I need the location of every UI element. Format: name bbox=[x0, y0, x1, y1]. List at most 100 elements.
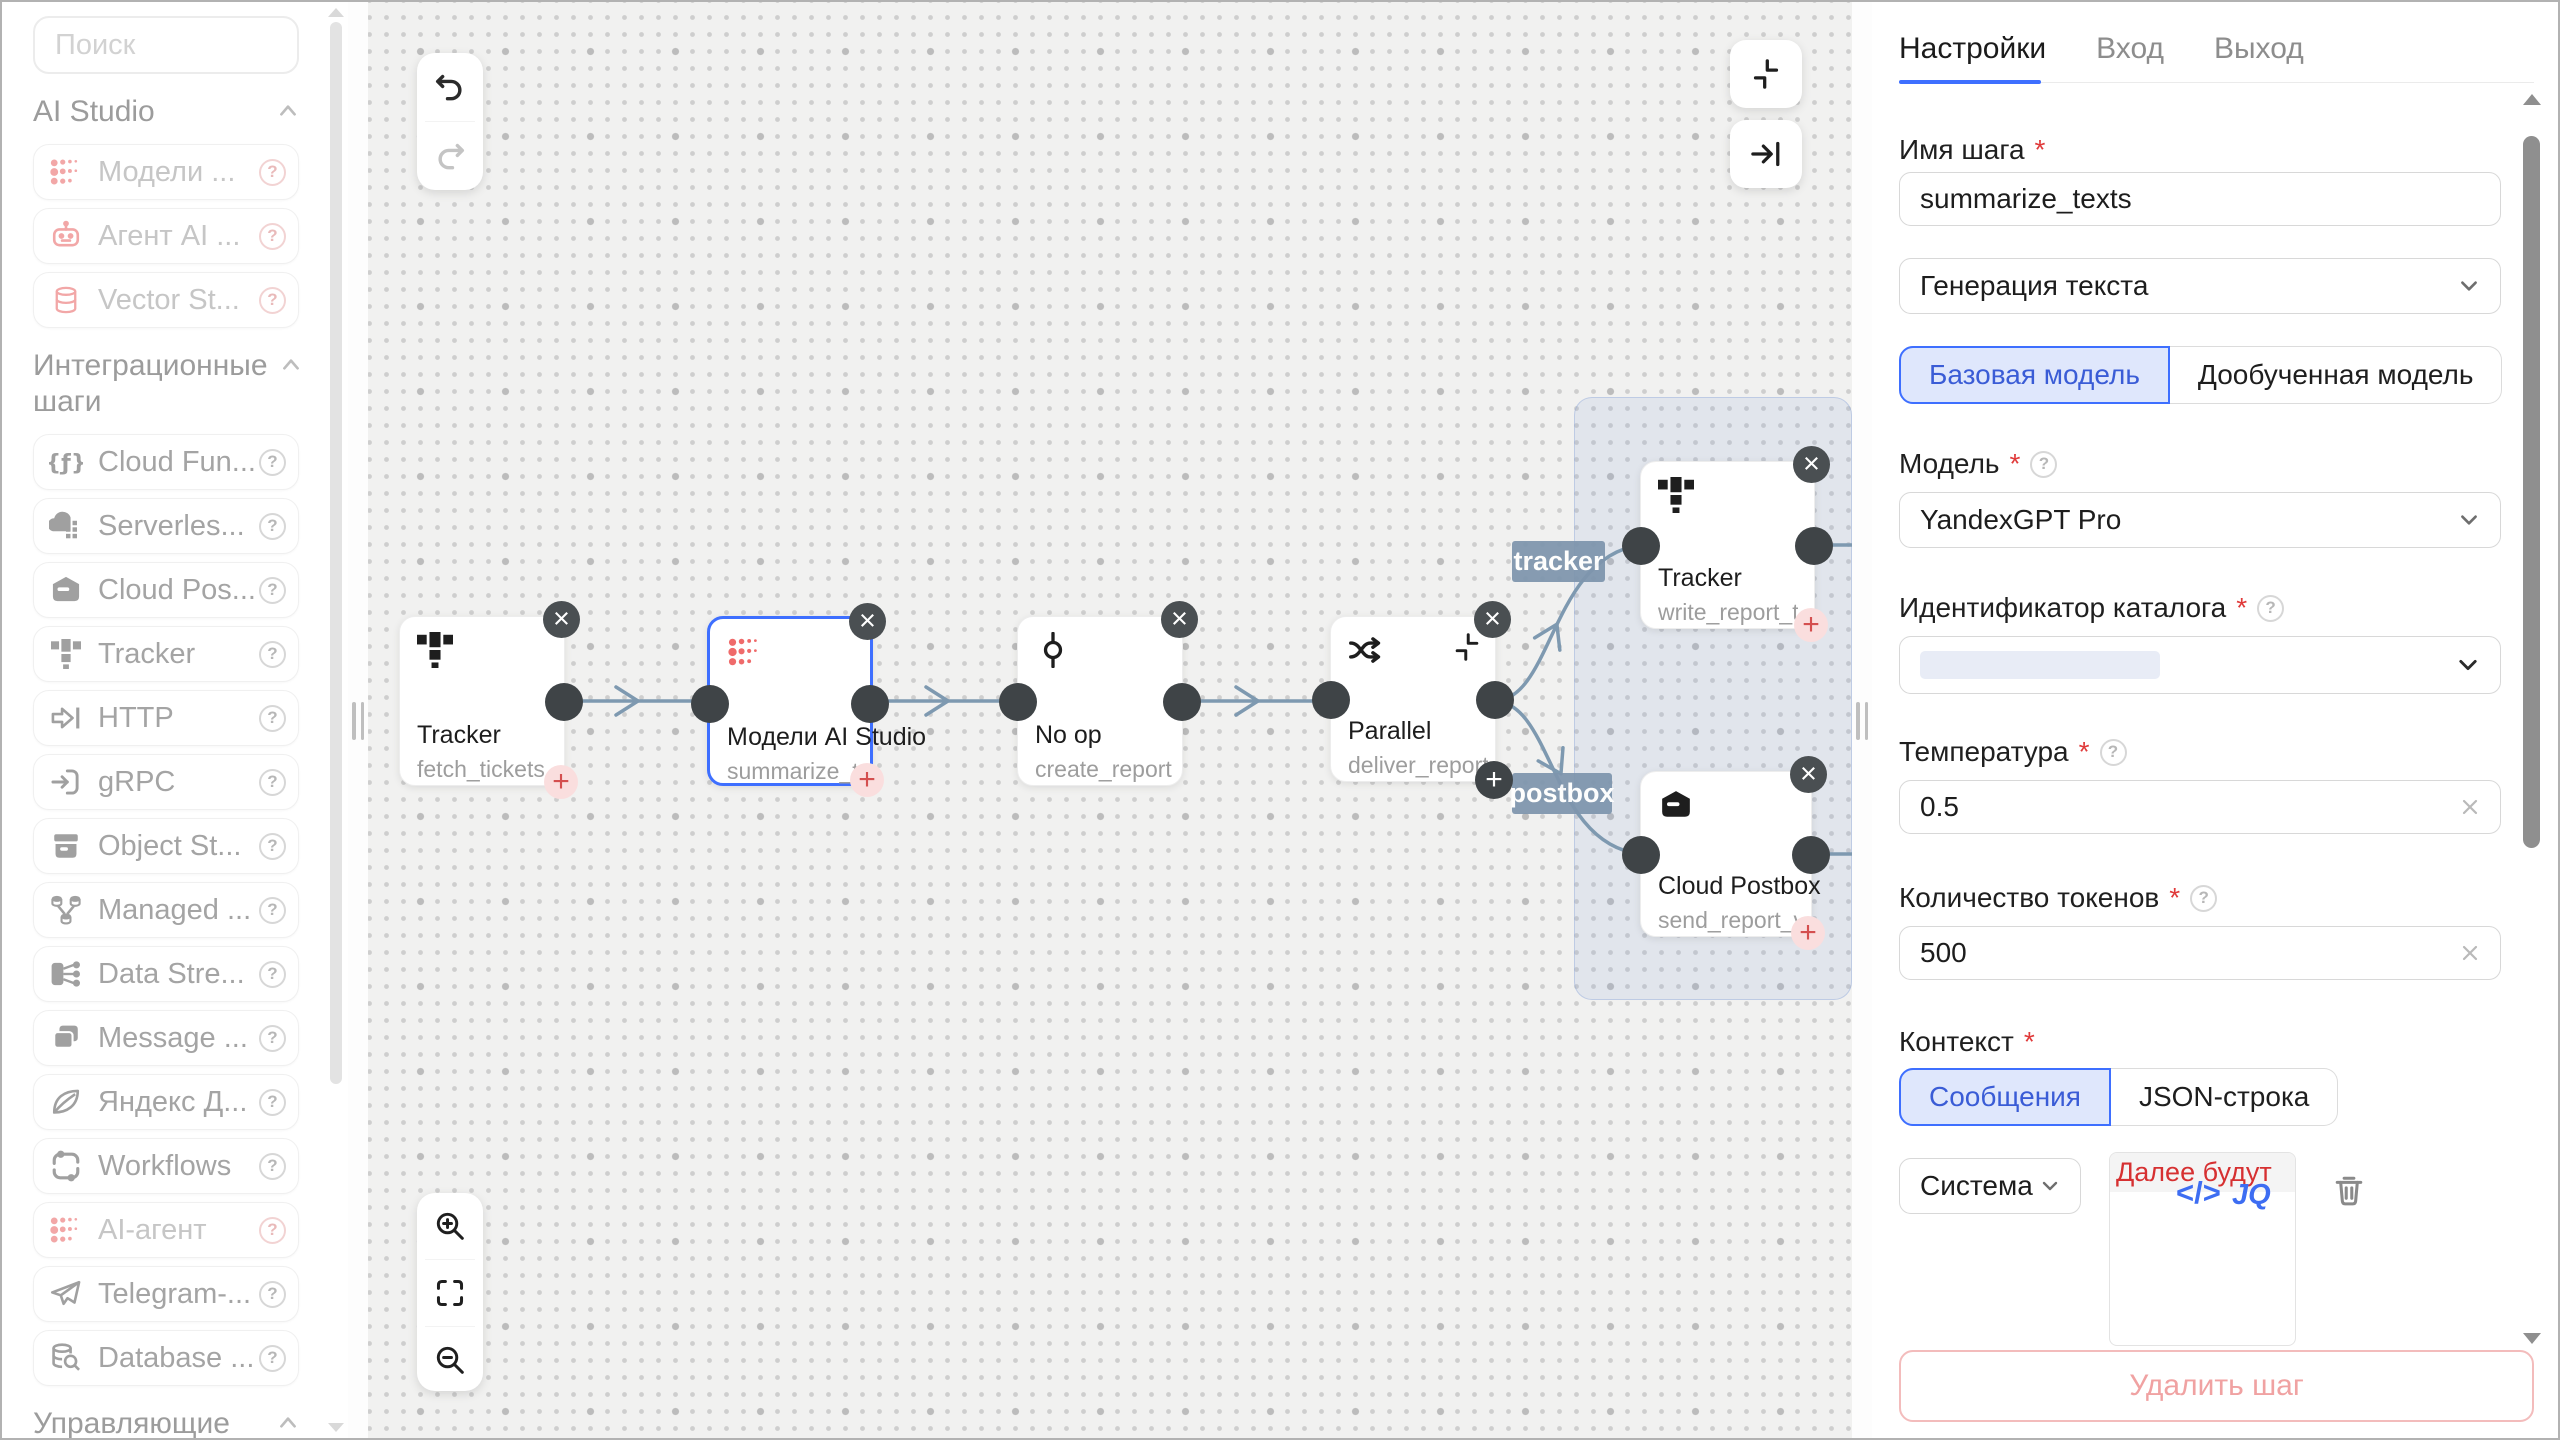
go-to-end-button[interactable] bbox=[1730, 120, 1802, 188]
help-icon[interactable]: ? bbox=[2100, 739, 2127, 766]
add-step-button[interactable]: + bbox=[1794, 608, 1828, 642]
tokens-input[interactable] bbox=[1920, 937, 2460, 969]
output-connector[interactable] bbox=[1163, 683, 1201, 721]
input-connector[interactable] bbox=[691, 685, 729, 723]
clear-icon[interactable] bbox=[2460, 797, 2480, 817]
delete-node-button[interactable]: × bbox=[1793, 446, 1830, 483]
add-step-button[interactable]: + bbox=[850, 763, 884, 797]
collapse-group-icon[interactable] bbox=[1451, 631, 1483, 663]
scroll-down-icon[interactable] bbox=[2523, 1333, 2541, 1344]
role-select[interactable]: Система bbox=[1899, 1158, 2081, 1214]
delete-node-button[interactable]: × bbox=[1474, 601, 1511, 638]
help-icon[interactable]: ? bbox=[259, 1025, 286, 1052]
sidebar-item-database[interactable]: Database ...? bbox=[33, 1330, 299, 1386]
scroll-up-icon[interactable] bbox=[2523, 94, 2541, 105]
tab-output[interactable]: Выход bbox=[2214, 32, 2304, 84]
help-icon[interactable]: ? bbox=[259, 961, 286, 988]
folder-id-select[interactable] bbox=[1899, 636, 2501, 694]
divider-grip-icon[interactable] bbox=[1856, 702, 1868, 740]
sidebar-item-http[interactable]: HTTP? bbox=[33, 690, 299, 746]
node-send-report[interactable]: Cloud Postbox send_report_via_... × + bbox=[1640, 771, 1812, 937]
node-deliver-report[interactable]: Parallel deliver_report × + bbox=[1330, 616, 1496, 782]
tab-settings[interactable]: Настройки bbox=[1899, 32, 2046, 84]
undo-button[interactable] bbox=[417, 53, 483, 121]
node-fetch-tickets[interactable]: Tracker fetch_tickets × + bbox=[399, 616, 565, 786]
sidebar-canvas-divider[interactable] bbox=[348, 2, 368, 1438]
help-icon[interactable]: ? bbox=[259, 159, 286, 186]
node-write-report[interactable]: Tracker write_report_to_... × + bbox=[1640, 461, 1815, 629]
sidebar-scrollbar[interactable] bbox=[324, 2, 348, 1438]
delete-node-button[interactable]: × bbox=[543, 601, 580, 638]
help-icon[interactable]: ? bbox=[259, 1281, 286, 1308]
node-summarize-texts[interactable]: Модели AI Studio summarize_texts × + bbox=[707, 616, 873, 786]
help-icon[interactable]: ? bbox=[259, 1153, 286, 1180]
help-icon[interactable]: ? bbox=[259, 287, 286, 314]
panel-scrollbar[interactable] bbox=[2522, 94, 2542, 1344]
insert-code-icon[interactable]: </> bbox=[2176, 1175, 2221, 1211]
input-connector[interactable] bbox=[1622, 527, 1660, 565]
tab-input[interactable]: Вход bbox=[2096, 32, 2164, 84]
help-icon[interactable]: ? bbox=[259, 1217, 286, 1244]
step-name-field[interactable] bbox=[1899, 172, 2501, 226]
model-select[interactable]: YandexGPT Pro bbox=[1899, 492, 2501, 548]
help-icon[interactable]: ? bbox=[259, 641, 286, 668]
help-icon[interactable]: ? bbox=[259, 897, 286, 924]
sidebar-item-serverless-containers[interactable]: Serverles...? bbox=[33, 498, 299, 554]
sidebar-scrollbar-thumb[interactable] bbox=[330, 22, 342, 1084]
scroll-down-icon[interactable] bbox=[328, 1423, 344, 1432]
help-icon[interactable]: ? bbox=[259, 577, 286, 604]
section-header-ai-studio[interactable]: AI Studio bbox=[33, 94, 299, 130]
clear-icon[interactable] bbox=[2460, 943, 2480, 963]
zoom-in-button[interactable] bbox=[417, 1193, 483, 1259]
help-icon[interactable]: ? bbox=[259, 1089, 286, 1116]
add-step-button[interactable]: + bbox=[1791, 916, 1825, 950]
delete-node-button[interactable]: × bbox=[1161, 601, 1198, 638]
message-editor[interactable]: Далее будут </> JQ bbox=[2109, 1152, 2296, 1346]
scroll-up-icon[interactable] bbox=[328, 8, 344, 17]
output-connector[interactable] bbox=[1476, 681, 1514, 719]
delete-node-button[interactable]: × bbox=[849, 603, 886, 640]
sidebar-item-cloud-postbox[interactable]: Cloud Pos...? bbox=[33, 562, 299, 618]
output-connector[interactable] bbox=[1795, 527, 1833, 565]
help-icon[interactable]: ? bbox=[259, 705, 286, 732]
base-model-option[interactable]: Базовая модель bbox=[1899, 346, 2170, 404]
zoom-out-button[interactable] bbox=[417, 1327, 483, 1393]
sidebar-item-data-streams[interactable]: Data Stre...? bbox=[33, 946, 299, 1002]
sidebar-item-workflows[interactable]: Workflows? bbox=[33, 1138, 299, 1194]
canvas-panel-divider[interactable] bbox=[1852, 2, 1872, 1438]
sidebar-item-models[interactable]: Модели ...? bbox=[33, 144, 299, 200]
delete-node-button[interactable]: × bbox=[1790, 756, 1827, 793]
help-icon[interactable]: ? bbox=[2030, 451, 2057, 478]
sidebar-item-grpc[interactable]: gRPC? bbox=[33, 754, 299, 810]
add-step-button[interactable]: + bbox=[544, 765, 578, 799]
step-name-input[interactable] bbox=[1920, 183, 2480, 215]
sidebar-item-managed-db[interactable]: Managed ...? bbox=[33, 882, 299, 938]
help-icon[interactable]: ? bbox=[2190, 885, 2217, 912]
help-icon[interactable]: ? bbox=[259, 223, 286, 250]
input-connector[interactable] bbox=[1312, 681, 1350, 719]
input-connector[interactable] bbox=[1622, 836, 1660, 874]
help-icon[interactable]: ? bbox=[259, 769, 286, 796]
help-icon[interactable]: ? bbox=[259, 833, 286, 860]
sidebar-item-object-storage[interactable]: Object St...? bbox=[33, 818, 299, 874]
sidebar-item-agent-ai[interactable]: Агент AI ...? bbox=[33, 208, 299, 264]
temperature-field[interactable] bbox=[1899, 780, 2501, 834]
help-icon[interactable]: ? bbox=[2257, 595, 2284, 622]
redo-button[interactable] bbox=[417, 122, 483, 190]
sidebar-item-cloud-functions[interactable]: {ƒ}Cloud Fun...? bbox=[33, 434, 299, 490]
tokens-field[interactable] bbox=[1899, 926, 2501, 980]
sidebar-item-tracker[interactable]: Tracker? bbox=[33, 626, 299, 682]
output-connector[interactable] bbox=[545, 683, 583, 721]
tuned-model-option[interactable]: Дообученная модель bbox=[2170, 346, 2503, 404]
messages-option[interactable]: Сообщения bbox=[1899, 1068, 2111, 1126]
sidebar-item-message-queue[interactable]: Message ...? bbox=[33, 1010, 299, 1066]
sidebar-item-ai-agent[interactable]: AI-агент? bbox=[33, 1202, 299, 1258]
fit-view-button[interactable] bbox=[417, 1260, 483, 1326]
jq-icon[interactable]: JQ bbox=[2232, 1179, 2271, 1212]
delete-message-button[interactable] bbox=[2329, 1168, 2369, 1212]
output-connector[interactable] bbox=[851, 685, 889, 723]
input-connector[interactable] bbox=[999, 683, 1037, 721]
divider-grip-icon[interactable] bbox=[352, 702, 364, 740]
help-icon[interactable]: ? bbox=[259, 449, 286, 476]
step-type-select[interactable]: Генерация текста bbox=[1899, 258, 2501, 314]
